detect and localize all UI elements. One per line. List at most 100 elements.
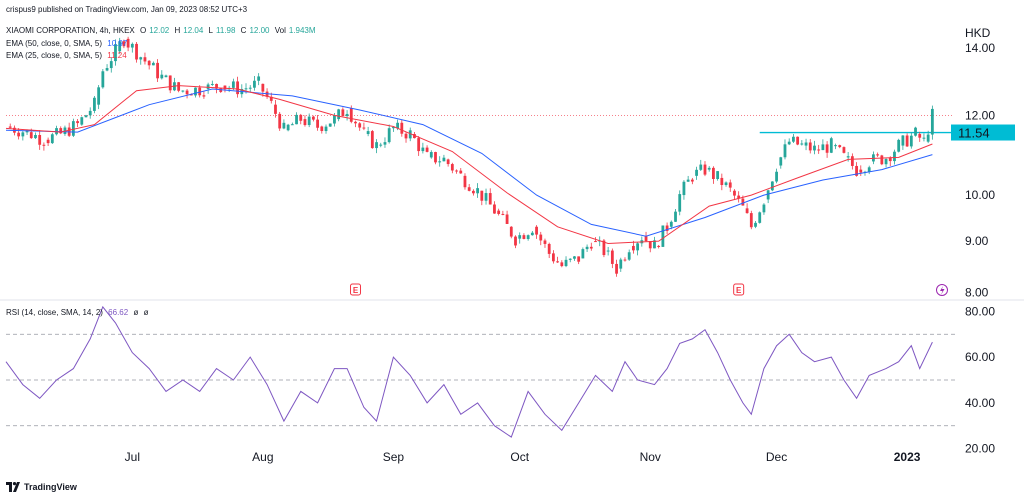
x-tick-label: Oct bbox=[510, 450, 529, 464]
publisher-line: crispus9 published on TradingView.com, J… bbox=[6, 4, 250, 15]
high-value: 12.04 bbox=[183, 26, 204, 35]
candle-body bbox=[480, 190, 484, 201]
candle-body bbox=[817, 149, 821, 151]
candle-body bbox=[425, 147, 429, 152]
candle-body bbox=[80, 117, 84, 125]
candle-body bbox=[471, 190, 475, 194]
candle-body bbox=[787, 141, 791, 145]
candle-body bbox=[661, 225, 665, 247]
candle-body bbox=[383, 142, 387, 145]
candle-body bbox=[539, 234, 543, 241]
candle-body bbox=[712, 167, 715, 179]
candle-body bbox=[834, 145, 837, 147]
candle-body bbox=[804, 142, 808, 146]
candle-body bbox=[143, 57, 147, 62]
candle-body bbox=[669, 221, 673, 227]
candle-body bbox=[202, 95, 206, 97]
candle-body bbox=[594, 241, 597, 243]
candle-body bbox=[800, 143, 804, 145]
candle-body bbox=[164, 75, 168, 78]
candle-body bbox=[573, 256, 576, 259]
candle-body bbox=[758, 212, 762, 223]
candle-body bbox=[859, 169, 863, 173]
candle-body bbox=[838, 145, 842, 148]
candle-body bbox=[46, 139, 50, 144]
candle-body bbox=[29, 132, 33, 139]
candle-body bbox=[88, 110, 92, 116]
candle-body bbox=[181, 90, 185, 92]
candle-body bbox=[703, 164, 707, 175]
candle-body bbox=[417, 138, 421, 152]
candle-body bbox=[455, 170, 458, 172]
ema50-legend[interactable]: EMA (50, close, 0, SMA, 5) 10.97 bbox=[6, 38, 130, 49]
high-label: H bbox=[174, 26, 181, 35]
close-label: C bbox=[240, 26, 247, 35]
candle-body bbox=[488, 193, 492, 205]
candle-body bbox=[880, 155, 884, 165]
candle-body bbox=[577, 256, 581, 262]
rsi-line bbox=[5, 305, 933, 438]
brand-footer[interactable]: TradingView bbox=[6, 482, 77, 492]
ema25-legend[interactable]: EMA (25, close, 0, SMA, 5) 11.24 bbox=[6, 50, 130, 61]
x-tick-label: Aug bbox=[252, 450, 273, 464]
candle-body bbox=[720, 177, 724, 185]
price-tick-label: 9.00 bbox=[965, 234, 989, 248]
currency-label: HKD bbox=[965, 26, 991, 40]
candle-body bbox=[109, 61, 113, 69]
candle-body bbox=[354, 121, 357, 124]
candle-body bbox=[796, 136, 800, 145]
candle-body bbox=[446, 159, 450, 165]
open-label: O bbox=[140, 26, 147, 35]
candle-body bbox=[636, 243, 640, 251]
candle-body bbox=[842, 147, 846, 153]
x-tick-label: 2023 bbox=[894, 450, 921, 464]
candle-body bbox=[589, 246, 593, 249]
candle-body bbox=[813, 145, 816, 151]
candle-body bbox=[754, 222, 757, 227]
rsi-grid bbox=[6, 333, 955, 427]
rsi-tick-label: 80.00 bbox=[965, 304, 995, 318]
candle-body bbox=[632, 245, 635, 251]
candle-body bbox=[438, 161, 442, 163]
candle-body bbox=[34, 135, 37, 139]
candle-body bbox=[745, 208, 749, 214]
candle-body bbox=[366, 131, 370, 135]
candle-body bbox=[884, 158, 888, 165]
candle-body bbox=[387, 128, 391, 143]
candle-body bbox=[551, 253, 555, 262]
candle-body bbox=[850, 156, 854, 166]
candle-body bbox=[17, 132, 21, 137]
candle-body bbox=[728, 182, 732, 188]
chart-canvas[interactable]: EE HKD14.0012.0010.009.008.0080.0060.004… bbox=[0, 0, 1024, 499]
candle-body bbox=[421, 147, 425, 152]
candle-body bbox=[261, 83, 265, 92]
candle-body bbox=[762, 204, 766, 213]
rsi-legend[interactable]: RSI (14, close, SMA, 14, 2) 66.62 ø ø bbox=[6, 307, 151, 318]
candle-body bbox=[299, 114, 303, 121]
candle-body bbox=[497, 210, 501, 214]
candle-body bbox=[101, 71, 105, 88]
candle-body bbox=[185, 90, 189, 95]
price-tick-label: 8.00 bbox=[965, 286, 989, 300]
candle-body bbox=[922, 137, 926, 139]
candle-body bbox=[821, 144, 825, 151]
candle-body bbox=[429, 152, 433, 158]
candle-body bbox=[404, 133, 408, 139]
candle-body bbox=[467, 187, 471, 191]
candle-body bbox=[766, 190, 770, 200]
candle-body bbox=[568, 258, 572, 260]
candle-body bbox=[749, 213, 753, 228]
axis-labels: HKD14.00 12.00 10.00 9.00 8.00 80.00 60.00 40.0… bbox=[125, 26, 1015, 464]
candle-body bbox=[274, 104, 277, 114]
candle-body bbox=[160, 74, 164, 79]
x-tick-label: Dec bbox=[766, 450, 787, 464]
candle-body bbox=[678, 194, 682, 212]
candle-body bbox=[918, 134, 922, 138]
earnings-marker-label: E bbox=[353, 286, 359, 295]
candle-body bbox=[236, 81, 239, 95]
candle-body bbox=[147, 60, 151, 66]
symbol-title[interactable]: XIAOMI CORPORATION, 4h, HKEX bbox=[6, 26, 135, 35]
candle-body bbox=[897, 139, 901, 152]
candle-body bbox=[168, 75, 172, 91]
candle-body bbox=[648, 241, 652, 249]
